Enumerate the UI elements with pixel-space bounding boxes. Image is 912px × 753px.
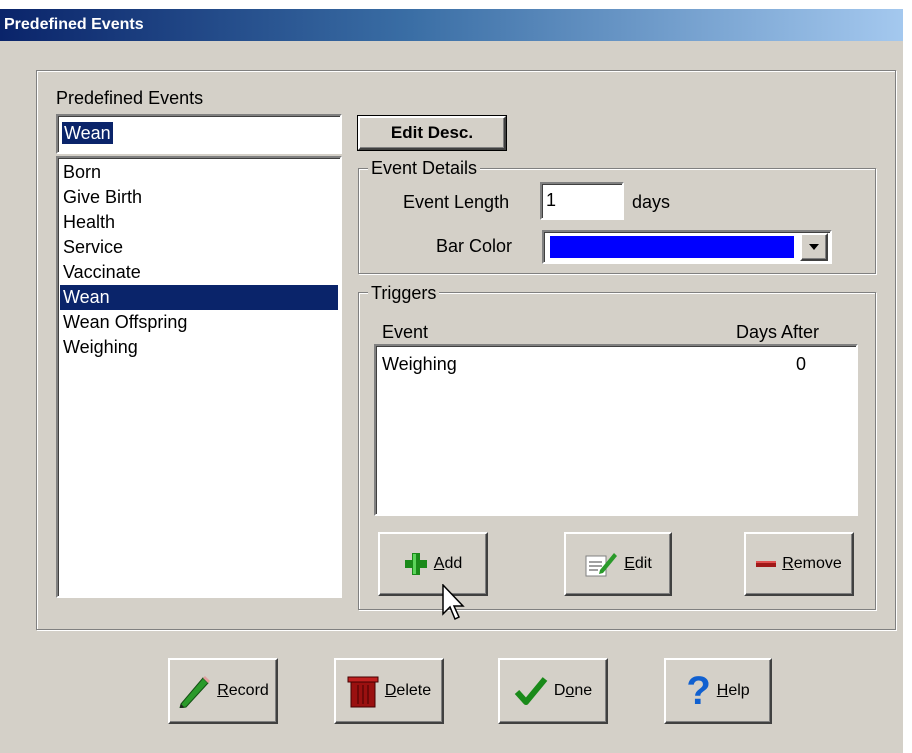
list-item[interactable]: Weighing [60,335,338,360]
record-button[interactable]: Record [168,658,278,724]
event-length-value: 1 [546,190,557,210]
mouse-cursor-icon [442,584,465,621]
list-item[interactable]: Born [60,160,338,185]
event-length-input[interactable]: 1 [540,182,624,220]
event-name-input[interactable]: Wean [56,114,342,154]
triggers-list[interactable]: Weighing 0 [374,344,858,516]
list-item[interactable]: Give Birth [60,185,338,210]
list-item[interactable]: Service [60,235,338,260]
remove-label: Remove [782,555,842,572]
edit-desc-label: Edit Desc. [390,123,474,142]
right-border [903,0,912,753]
edit-notepad-icon [585,553,618,577]
bar-color-label: Bar Color [436,236,513,256]
delete-button[interactable]: Delete [334,658,444,724]
add-trigger-button[interactable]: Add [378,532,488,596]
trigger-row-event: Weighing [382,354,457,374]
edit-desc-button[interactable]: Edit Desc. [357,115,507,151]
bar-color-dropdown-button[interactable] [800,233,828,261]
done-button[interactable]: Done [498,658,608,724]
delete-label: Delete [384,682,432,699]
event-length-label: Event Length [403,192,510,212]
events-list[interactable]: Born Give Birth Health Service Vaccinate Wean… [56,156,342,598]
checkmark-icon [514,677,548,705]
list-item[interactable]: Health [60,210,338,235]
record-label: Record [217,682,269,699]
event-name-text: Wean [62,122,113,144]
remove-trigger-button[interactable]: Remove [744,532,854,596]
title-bar[interactable]: Predefined Events [0,9,912,41]
trigger-row-days: 0 [796,354,807,374]
bar-color-swatch [550,236,794,258]
top-border [0,0,912,9]
predefined-events-label: Predefined Events [56,88,204,108]
help-button[interactable]: ? Help [664,658,772,724]
edit-trigger-button[interactable]: Edit [564,532,672,596]
triggers-col-days-after: Days After [736,322,820,342]
list-item[interactable]: Wean Offspring [60,310,338,335]
triggers-legend: Triggers [368,283,440,303]
triggers-col-event: Event [382,322,429,342]
question-mark-icon: ? [686,669,711,713]
edit-label: Edit [624,555,652,572]
done-label: Done [553,682,593,699]
event-details-legend: Event Details [368,158,481,178]
list-item[interactable]: Vaccinate [60,260,338,285]
add-label: Add [433,555,463,572]
list-item[interactable]: Wean [60,285,338,310]
trash-can-icon [347,676,379,708]
pencil-icon [179,676,211,708]
minus-icon [756,561,777,567]
help-label: Help [716,682,750,699]
predefined-events-window: Predefined Events Predefined Events Wean… [0,0,912,753]
plus-icon [404,553,427,575]
chevron-down-icon [809,244,819,250]
event-length-unit: days [632,192,671,212]
window-title: Predefined Events [4,16,144,33]
bar-color-select[interactable] [542,230,832,264]
